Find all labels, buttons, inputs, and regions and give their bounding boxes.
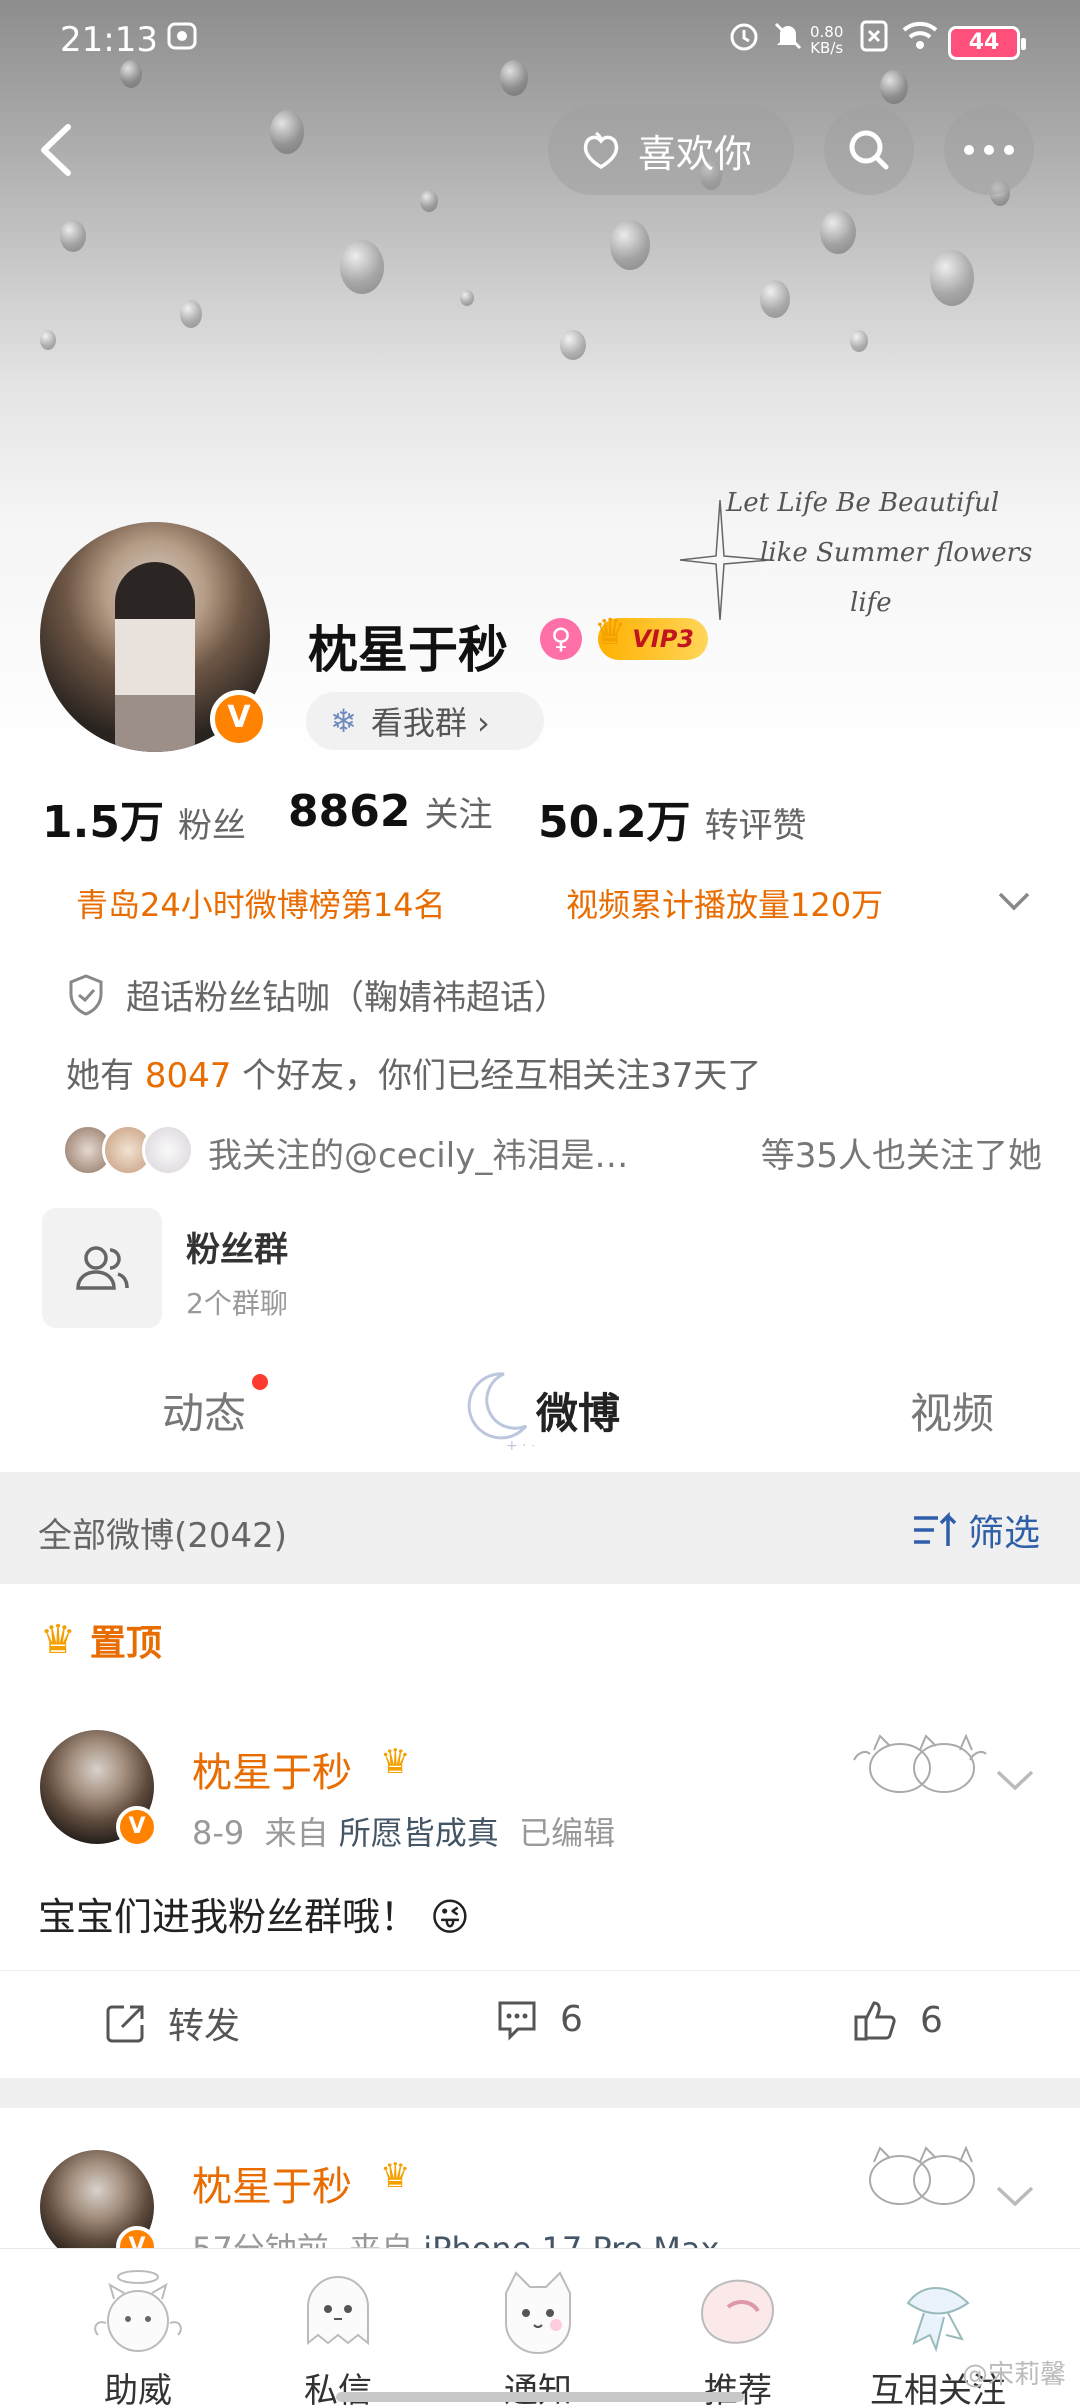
view-groups-button[interactable]: ❄ 看我群 › xyxy=(306,692,544,750)
comment-button[interactable]: 6 xyxy=(494,1997,583,2041)
post-text: 宝宝们进我粉丝群哦！ 😜 xyxy=(38,1895,470,1939)
mutual-follow-count: 等35人也关注了她 xyxy=(760,1136,1042,1176)
search-button[interactable] xyxy=(824,105,914,195)
vip-badge[interactable]: ♛ VIP3 xyxy=(594,612,708,660)
post-card[interactable]: V 枕星于秒 ♛ 8-9 来自 所愿皆成真 已编辑 宝宝们进我粉丝群哦！ 😜 转… xyxy=(0,1730,1080,2090)
chevron-down-icon[interactable] xyxy=(992,2180,1038,2214)
peach-heart-icon xyxy=(583,131,619,170)
cover-tagline: Let Life Be Beautiful like Summer flower… xyxy=(680,480,1060,640)
cats-sticker-icon xyxy=(853,1733,987,1793)
honor-rank[interactable]: 青岛24小时微博榜第14名 xyxy=(76,880,445,926)
chevron-down-icon[interactable] xyxy=(992,1764,1038,1798)
sparkle-icon xyxy=(680,500,770,620)
mutual-follow-row[interactable]: 我关注的@cecily_祎泪是… 等35人也关注了她 xyxy=(62,1122,1042,1182)
filter-bar: 全部微博(2042) 筛选 xyxy=(0,1472,1080,1584)
network-speed: 0.80 KB/s xyxy=(810,23,844,57)
nav-notifications[interactable]: 通知 xyxy=(438,2259,638,2408)
like-you-label: 喜欢你 xyxy=(638,131,753,176)
profile-stats: 1.5万 粉丝 8862 关注 50.2万 转评赞 xyxy=(42,786,1042,848)
mutual-avatar xyxy=(142,1124,194,1176)
tab-weibo[interactable]: 微博 xyxy=(536,1380,620,1441)
honor-views[interactable]: 视频累计播放量120万 xyxy=(566,880,883,926)
post-actions: 转发 6 6 xyxy=(0,1970,1080,2070)
alarm-icon xyxy=(726,18,766,58)
crown-icon: ♛ xyxy=(594,612,627,653)
profile-tabs: 动态 + · + 微博 视频 xyxy=(0,1360,1080,1470)
sim-off-icon xyxy=(858,18,898,58)
moon-icon: + · + xyxy=(467,1372,534,1454)
ghost-icon xyxy=(307,2276,369,2346)
svg-text:+ · +: + · + xyxy=(506,1438,534,1454)
like-button[interactable]: 6 xyxy=(852,1997,943,2043)
tab-video[interactable]: 视频 xyxy=(910,1380,994,1441)
emoji: 😜 xyxy=(430,1895,470,1939)
back-button[interactable] xyxy=(30,115,90,185)
pinned-label: ♛ 置顶 xyxy=(40,1617,162,1664)
home-indicator[interactable] xyxy=(336,2392,744,2402)
bottom-nav: 助威 私信 通知 推荐 互相关注 xyxy=(0,2248,1080,2408)
group-icon xyxy=(76,1246,129,1290)
all-posts-label[interactable]: 全部微博(2042) xyxy=(38,1508,287,1557)
tab-feed[interactable]: 动态 xyxy=(162,1380,246,1441)
friends-row[interactable]: 她有 8047 个好友，你们已经互相关注37天了 xyxy=(66,1048,761,1097)
verified-badge: V xyxy=(116,2226,158,2248)
cat-face-icon xyxy=(505,2271,571,2354)
ribbon-icon xyxy=(906,2287,970,2353)
mutual-follow-text: 我关注的@cecily_祎泪是… xyxy=(208,1136,629,1176)
mute-icon xyxy=(770,18,810,58)
nav-cheer[interactable]: 助威 xyxy=(38,2259,238,2408)
post-separator xyxy=(0,2078,1080,2108)
fan-group-title[interactable]: 粉丝群 xyxy=(186,1222,288,1271)
wifi-icon xyxy=(900,18,940,58)
app-notification-icon xyxy=(164,18,204,58)
shield-icon xyxy=(69,973,103,1016)
nav-messages[interactable]: 私信 xyxy=(238,2259,438,2408)
filter-icon xyxy=(913,1511,957,1546)
verified-badge: V xyxy=(210,690,268,748)
more-button[interactable] xyxy=(944,105,1034,195)
repost-button[interactable]: 转发 xyxy=(104,1997,240,2049)
post-author[interactable]: 枕星于秒 xyxy=(192,1740,352,1798)
verified-badge: V xyxy=(116,1806,158,1848)
search-icon xyxy=(849,130,889,170)
post-avatar[interactable]: V xyxy=(40,1730,158,1848)
blob-icon xyxy=(700,2279,774,2344)
female-icon: ♀ xyxy=(540,618,582,660)
fan-group-subtitle: 2个群聊 xyxy=(186,1287,288,1320)
post-author[interactable]: 枕星于秒 xyxy=(192,2154,352,2212)
interactions-stat[interactable]: 50.2万 转评赞 xyxy=(538,786,807,850)
angel-cat-icon xyxy=(94,2270,182,2352)
watermark: @宋莉馨 xyxy=(961,2360,1066,2390)
post-meta: 57分钟前 来自 iPhone 17 Pro Max xyxy=(192,2224,719,2248)
fan-group-icon[interactable] xyxy=(42,1208,162,1328)
filter-button[interactable]: 筛选 xyxy=(912,1504,1040,1556)
cover-image xyxy=(0,0,1080,900)
thumbs-up-icon xyxy=(854,2001,896,2041)
status-bar: 21:13 0.80 KB/s 44 xyxy=(0,0,1080,80)
snowflake-icon: ❄ xyxy=(330,702,357,740)
post-card[interactable]: V 枕星于秒 ♛ 57分钟前 来自 iPhone 17 Pro Max xyxy=(0,2146,1080,2248)
cats-sticker-icon xyxy=(869,2146,975,2205)
profile-name: 枕星于秒 xyxy=(308,621,508,679)
post-avatar[interactable]: V xyxy=(40,2150,158,2248)
comment-icon xyxy=(498,2001,536,2041)
repost-icon xyxy=(106,2005,144,2043)
status-time: 21:13 xyxy=(60,20,158,60)
post-meta: 8-9 来自 所愿皆成真 已编辑 xyxy=(192,1814,616,1852)
crown-icon: ♛ xyxy=(380,2156,411,2196)
superfan-row[interactable]: 超话粉丝钻咖（鞠婧祎超话） xyxy=(66,970,568,1019)
more-icon xyxy=(964,145,1014,155)
honors-row: 青岛24小时微博榜第14名 视频累计播放量120万 xyxy=(0,880,1080,940)
like-you-button[interactable]: 喜欢你 xyxy=(548,105,794,195)
followers-stat[interactable]: 1.5万 粉丝 xyxy=(42,786,246,850)
unread-dot xyxy=(252,1374,268,1390)
battery-indicator: 44 xyxy=(948,26,1026,60)
chevron-down-icon[interactable] xyxy=(994,886,1034,920)
crown-icon: ♛ xyxy=(380,1742,411,1782)
nav-recommend[interactable]: 推荐 xyxy=(638,2259,838,2408)
following-stat[interactable]: 8862 关注 xyxy=(288,786,492,837)
crown-icon: ♛ xyxy=(40,1617,76,1663)
